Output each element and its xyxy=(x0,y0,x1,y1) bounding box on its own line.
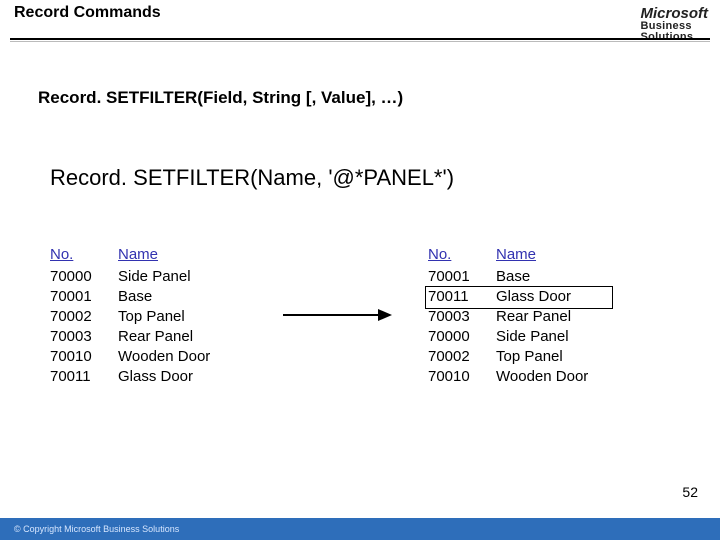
right-no-header: No. xyxy=(428,245,496,265)
table-cell: Top Panel xyxy=(496,347,626,367)
left-name-column: Name Side Panel Base Top Panel Rear Pane… xyxy=(118,245,248,387)
left-name-header: Name xyxy=(118,245,248,265)
table-cell: Base xyxy=(496,267,626,287)
arrow-area xyxy=(248,245,428,385)
table-cell: 70010 xyxy=(428,367,496,387)
footer-text: © Copyright Microsoft Business Solutions xyxy=(14,524,179,534)
logo-line-1: Microsoft xyxy=(641,6,709,21)
tables-area: No. 70000 70001 70002 70003 70010 70011 … xyxy=(50,245,670,387)
right-name-header: Name xyxy=(496,245,626,265)
divider-thin xyxy=(10,41,710,42)
table-cell: Side Panel xyxy=(496,327,626,347)
table-cell: 70002 xyxy=(50,307,118,327)
arrow-right-icon xyxy=(278,300,398,330)
table-cell: 70000 xyxy=(50,267,118,287)
page-title: Record Commands xyxy=(14,4,161,22)
table-cell: 70011 xyxy=(50,367,118,387)
page-number: 52 xyxy=(682,484,698,500)
table-cell: Side Panel xyxy=(118,267,248,287)
code-example: Record. SETFILTER(Name, '@*PANEL*') xyxy=(50,165,454,191)
table-cell: 70002 xyxy=(428,347,496,367)
table-cell: Top Panel xyxy=(118,307,248,327)
table-cell: Rear Panel xyxy=(496,307,626,327)
table-cell: Wooden Door xyxy=(496,367,626,387)
divider xyxy=(10,38,710,40)
table-cell: 70011 xyxy=(428,287,496,307)
table-cell: 70003 xyxy=(50,327,118,347)
table-cell: Rear Panel xyxy=(118,327,248,347)
table-cell: Glass Door xyxy=(118,367,248,387)
left-no-header: No. xyxy=(50,245,118,265)
right-table: No. 70001 70011 70003 70000 70002 70010 … xyxy=(428,245,626,387)
table-cell: Wooden Door xyxy=(118,347,248,367)
left-table: No. 70000 70001 70002 70003 70010 70011 … xyxy=(50,245,248,387)
left-no-column: No. 70000 70001 70002 70003 70010 70011 xyxy=(50,245,118,387)
table-cell: 70001 xyxy=(50,287,118,307)
table-cell: 70010 xyxy=(50,347,118,367)
table-cell: 70000 xyxy=(428,327,496,347)
right-no-column: No. 70001 70011 70003 70000 70002 70010 xyxy=(428,245,496,387)
right-name-column: Name Base Glass Door Rear Panel Side Pan… xyxy=(496,245,626,387)
table-cell: Glass Door xyxy=(496,287,626,307)
slide: Record Commands Microsoft Business Solut… xyxy=(0,0,720,540)
syntax-signature: Record. SETFILTER(Field, String [, Value… xyxy=(38,88,403,108)
table-cell: 70003 xyxy=(428,307,496,327)
table-cell: Base xyxy=(118,287,248,307)
table-cell: 70001 xyxy=(428,267,496,287)
footer-bar: © Copyright Microsoft Business Solutions xyxy=(0,518,720,540)
